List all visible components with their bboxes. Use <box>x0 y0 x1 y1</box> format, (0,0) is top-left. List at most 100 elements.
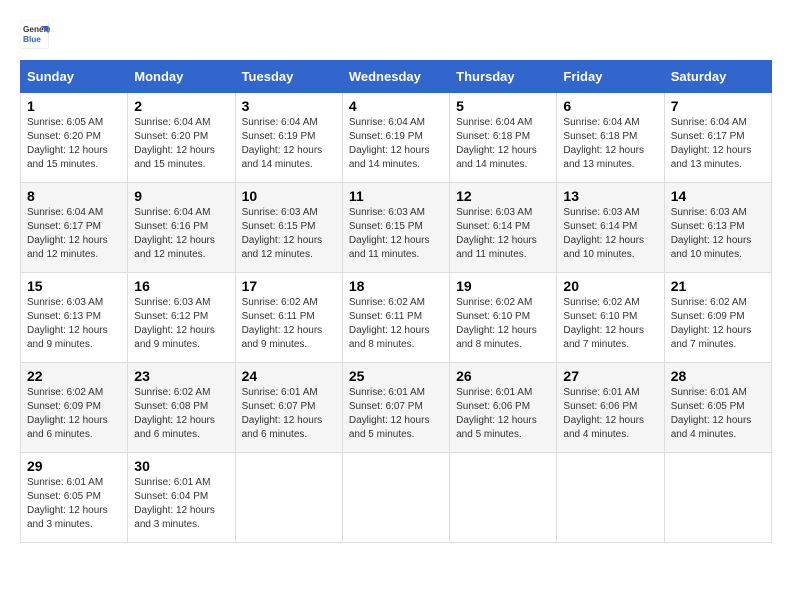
calendar-cell: 25 Sunrise: 6:01 AMSunset: 6:07 PMDaylig… <box>342 363 449 453</box>
calendar-cell: 1 Sunrise: 6:05 AMSunset: 6:20 PMDayligh… <box>21 93 128 183</box>
weekday-header-monday: Monday <box>128 61 235 93</box>
day-number: 1 <box>27 98 121 114</box>
day-number: 19 <box>456 278 550 294</box>
calendar-cell: 16 Sunrise: 6:03 AMSunset: 6:12 PMDaylig… <box>128 273 235 363</box>
day-number: 10 <box>242 188 336 204</box>
day-info: Sunrise: 6:04 AMSunset: 6:18 PMDaylight:… <box>563 117 644 170</box>
calendar-cell: 4 Sunrise: 6:04 AMSunset: 6:19 PMDayligh… <box>342 93 449 183</box>
calendar-table: SundayMondayTuesdayWednesdayThursdayFrid… <box>20 60 772 543</box>
day-number: 20 <box>563 278 657 294</box>
day-number: 27 <box>563 368 657 384</box>
week-row-5: 29 Sunrise: 6:01 AMSunset: 6:05 PMDaylig… <box>21 453 772 543</box>
day-info: Sunrise: 6:03 AMSunset: 6:14 PMDaylight:… <box>563 207 644 260</box>
weekday-header-row: SundayMondayTuesdayWednesdayThursdayFrid… <box>21 61 772 93</box>
weekday-header-sunday: Sunday <box>21 61 128 93</box>
day-number: 26 <box>456 368 550 384</box>
calendar-cell: 17 Sunrise: 6:02 AMSunset: 6:11 PMDaylig… <box>235 273 342 363</box>
day-info: Sunrise: 6:02 AMSunset: 6:10 PMDaylight:… <box>563 297 644 350</box>
calendar-cell: 10 Sunrise: 6:03 AMSunset: 6:15 PMDaylig… <box>235 183 342 273</box>
day-info: Sunrise: 6:02 AMSunset: 6:08 PMDaylight:… <box>134 387 215 440</box>
day-number: 7 <box>671 98 765 114</box>
day-info: Sunrise: 6:01 AMSunset: 6:07 PMDaylight:… <box>349 387 430 440</box>
calendar-cell <box>450 453 557 543</box>
day-number: 23 <box>134 368 228 384</box>
day-info: Sunrise: 6:03 AMSunset: 6:12 PMDaylight:… <box>134 297 215 350</box>
svg-text:Blue: Blue <box>23 35 41 44</box>
day-info: Sunrise: 6:03 AMSunset: 6:15 PMDaylight:… <box>349 207 430 260</box>
day-info: Sunrise: 6:04 AMSunset: 6:17 PMDaylight:… <box>27 207 108 260</box>
week-row-1: 1 Sunrise: 6:05 AMSunset: 6:20 PMDayligh… <box>21 93 772 183</box>
calendar-cell: 12 Sunrise: 6:03 AMSunset: 6:14 PMDaylig… <box>450 183 557 273</box>
day-number: 21 <box>671 278 765 294</box>
day-info: Sunrise: 6:01 AMSunset: 6:04 PMDaylight:… <box>134 477 215 530</box>
day-number: 28 <box>671 368 765 384</box>
logo-icon: General Blue <box>20 20 50 50</box>
calendar-cell: 21 Sunrise: 6:02 AMSunset: 6:09 PMDaylig… <box>664 273 771 363</box>
day-info: Sunrise: 6:01 AMSunset: 6:07 PMDaylight:… <box>242 387 323 440</box>
calendar-cell: 19 Sunrise: 6:02 AMSunset: 6:10 PMDaylig… <box>450 273 557 363</box>
day-number: 5 <box>456 98 550 114</box>
calendar-cell: 22 Sunrise: 6:02 AMSunset: 6:09 PMDaylig… <box>21 363 128 453</box>
day-number: 8 <box>27 188 121 204</box>
calendar-cell: 24 Sunrise: 6:01 AMSunset: 6:07 PMDaylig… <box>235 363 342 453</box>
day-number: 13 <box>563 188 657 204</box>
calendar-cell <box>342 453 449 543</box>
day-number: 14 <box>671 188 765 204</box>
calendar-cell: 23 Sunrise: 6:02 AMSunset: 6:08 PMDaylig… <box>128 363 235 453</box>
day-number: 4 <box>349 98 443 114</box>
day-info: Sunrise: 6:04 AMSunset: 6:18 PMDaylight:… <box>456 117 537 170</box>
header: General Blue <box>20 20 772 50</box>
week-row-2: 8 Sunrise: 6:04 AMSunset: 6:17 PMDayligh… <box>21 183 772 273</box>
calendar-cell: 27 Sunrise: 6:01 AMSunset: 6:06 PMDaylig… <box>557 363 664 453</box>
day-info: Sunrise: 6:01 AMSunset: 6:05 PMDaylight:… <box>27 477 108 530</box>
weekday-header-tuesday: Tuesday <box>235 61 342 93</box>
calendar-cell: 5 Sunrise: 6:04 AMSunset: 6:18 PMDayligh… <box>450 93 557 183</box>
day-number: 24 <box>242 368 336 384</box>
calendar-cell <box>235 453 342 543</box>
day-info: Sunrise: 6:04 AMSunset: 6:16 PMDaylight:… <box>134 207 215 260</box>
day-info: Sunrise: 6:05 AMSunset: 6:20 PMDaylight:… <box>27 117 108 170</box>
calendar-cell: 30 Sunrise: 6:01 AMSunset: 6:04 PMDaylig… <box>128 453 235 543</box>
calendar-cell: 20 Sunrise: 6:02 AMSunset: 6:10 PMDaylig… <box>557 273 664 363</box>
calendar-cell <box>557 453 664 543</box>
day-info: Sunrise: 6:03 AMSunset: 6:13 PMDaylight:… <box>671 207 752 260</box>
day-info: Sunrise: 6:01 AMSunset: 6:06 PMDaylight:… <box>563 387 644 440</box>
calendar-cell: 11 Sunrise: 6:03 AMSunset: 6:15 PMDaylig… <box>342 183 449 273</box>
day-info: Sunrise: 6:01 AMSunset: 6:05 PMDaylight:… <box>671 387 752 440</box>
day-info: Sunrise: 6:03 AMSunset: 6:14 PMDaylight:… <box>456 207 537 260</box>
day-info: Sunrise: 6:02 AMSunset: 6:11 PMDaylight:… <box>242 297 323 350</box>
calendar-cell: 2 Sunrise: 6:04 AMSunset: 6:20 PMDayligh… <box>128 93 235 183</box>
weekday-header-friday: Friday <box>557 61 664 93</box>
day-number: 17 <box>242 278 336 294</box>
day-number: 25 <box>349 368 443 384</box>
calendar-cell: 28 Sunrise: 6:01 AMSunset: 6:05 PMDaylig… <box>664 363 771 453</box>
week-row-4: 22 Sunrise: 6:02 AMSunset: 6:09 PMDaylig… <box>21 363 772 453</box>
weekday-header-wednesday: Wednesday <box>342 61 449 93</box>
weekday-header-saturday: Saturday <box>664 61 771 93</box>
calendar-cell: 6 Sunrise: 6:04 AMSunset: 6:18 PMDayligh… <box>557 93 664 183</box>
day-number: 18 <box>349 278 443 294</box>
day-number: 16 <box>134 278 228 294</box>
day-number: 6 <box>563 98 657 114</box>
calendar-cell: 14 Sunrise: 6:03 AMSunset: 6:13 PMDaylig… <box>664 183 771 273</box>
day-number: 11 <box>349 188 443 204</box>
day-info: Sunrise: 6:04 AMSunset: 6:17 PMDaylight:… <box>671 117 752 170</box>
day-info: Sunrise: 6:02 AMSunset: 6:11 PMDaylight:… <box>349 297 430 350</box>
calendar-cell: 7 Sunrise: 6:04 AMSunset: 6:17 PMDayligh… <box>664 93 771 183</box>
day-info: Sunrise: 6:02 AMSunset: 6:10 PMDaylight:… <box>456 297 537 350</box>
logo: General Blue <box>20 20 50 50</box>
day-info: Sunrise: 6:04 AMSunset: 6:20 PMDaylight:… <box>134 117 215 170</box>
calendar-cell: 18 Sunrise: 6:02 AMSunset: 6:11 PMDaylig… <box>342 273 449 363</box>
day-number: 15 <box>27 278 121 294</box>
day-info: Sunrise: 6:04 AMSunset: 6:19 PMDaylight:… <box>349 117 430 170</box>
day-number: 22 <box>27 368 121 384</box>
day-info: Sunrise: 6:02 AMSunset: 6:09 PMDaylight:… <box>27 387 108 440</box>
calendar-cell: 9 Sunrise: 6:04 AMSunset: 6:16 PMDayligh… <box>128 183 235 273</box>
day-number: 12 <box>456 188 550 204</box>
calendar-cell: 26 Sunrise: 6:01 AMSunset: 6:06 PMDaylig… <box>450 363 557 453</box>
calendar-cell: 29 Sunrise: 6:01 AMSunset: 6:05 PMDaylig… <box>21 453 128 543</box>
day-info: Sunrise: 6:02 AMSunset: 6:09 PMDaylight:… <box>671 297 752 350</box>
day-info: Sunrise: 6:04 AMSunset: 6:19 PMDaylight:… <box>242 117 323 170</box>
week-row-3: 15 Sunrise: 6:03 AMSunset: 6:13 PMDaylig… <box>21 273 772 363</box>
weekday-header-thursday: Thursday <box>450 61 557 93</box>
